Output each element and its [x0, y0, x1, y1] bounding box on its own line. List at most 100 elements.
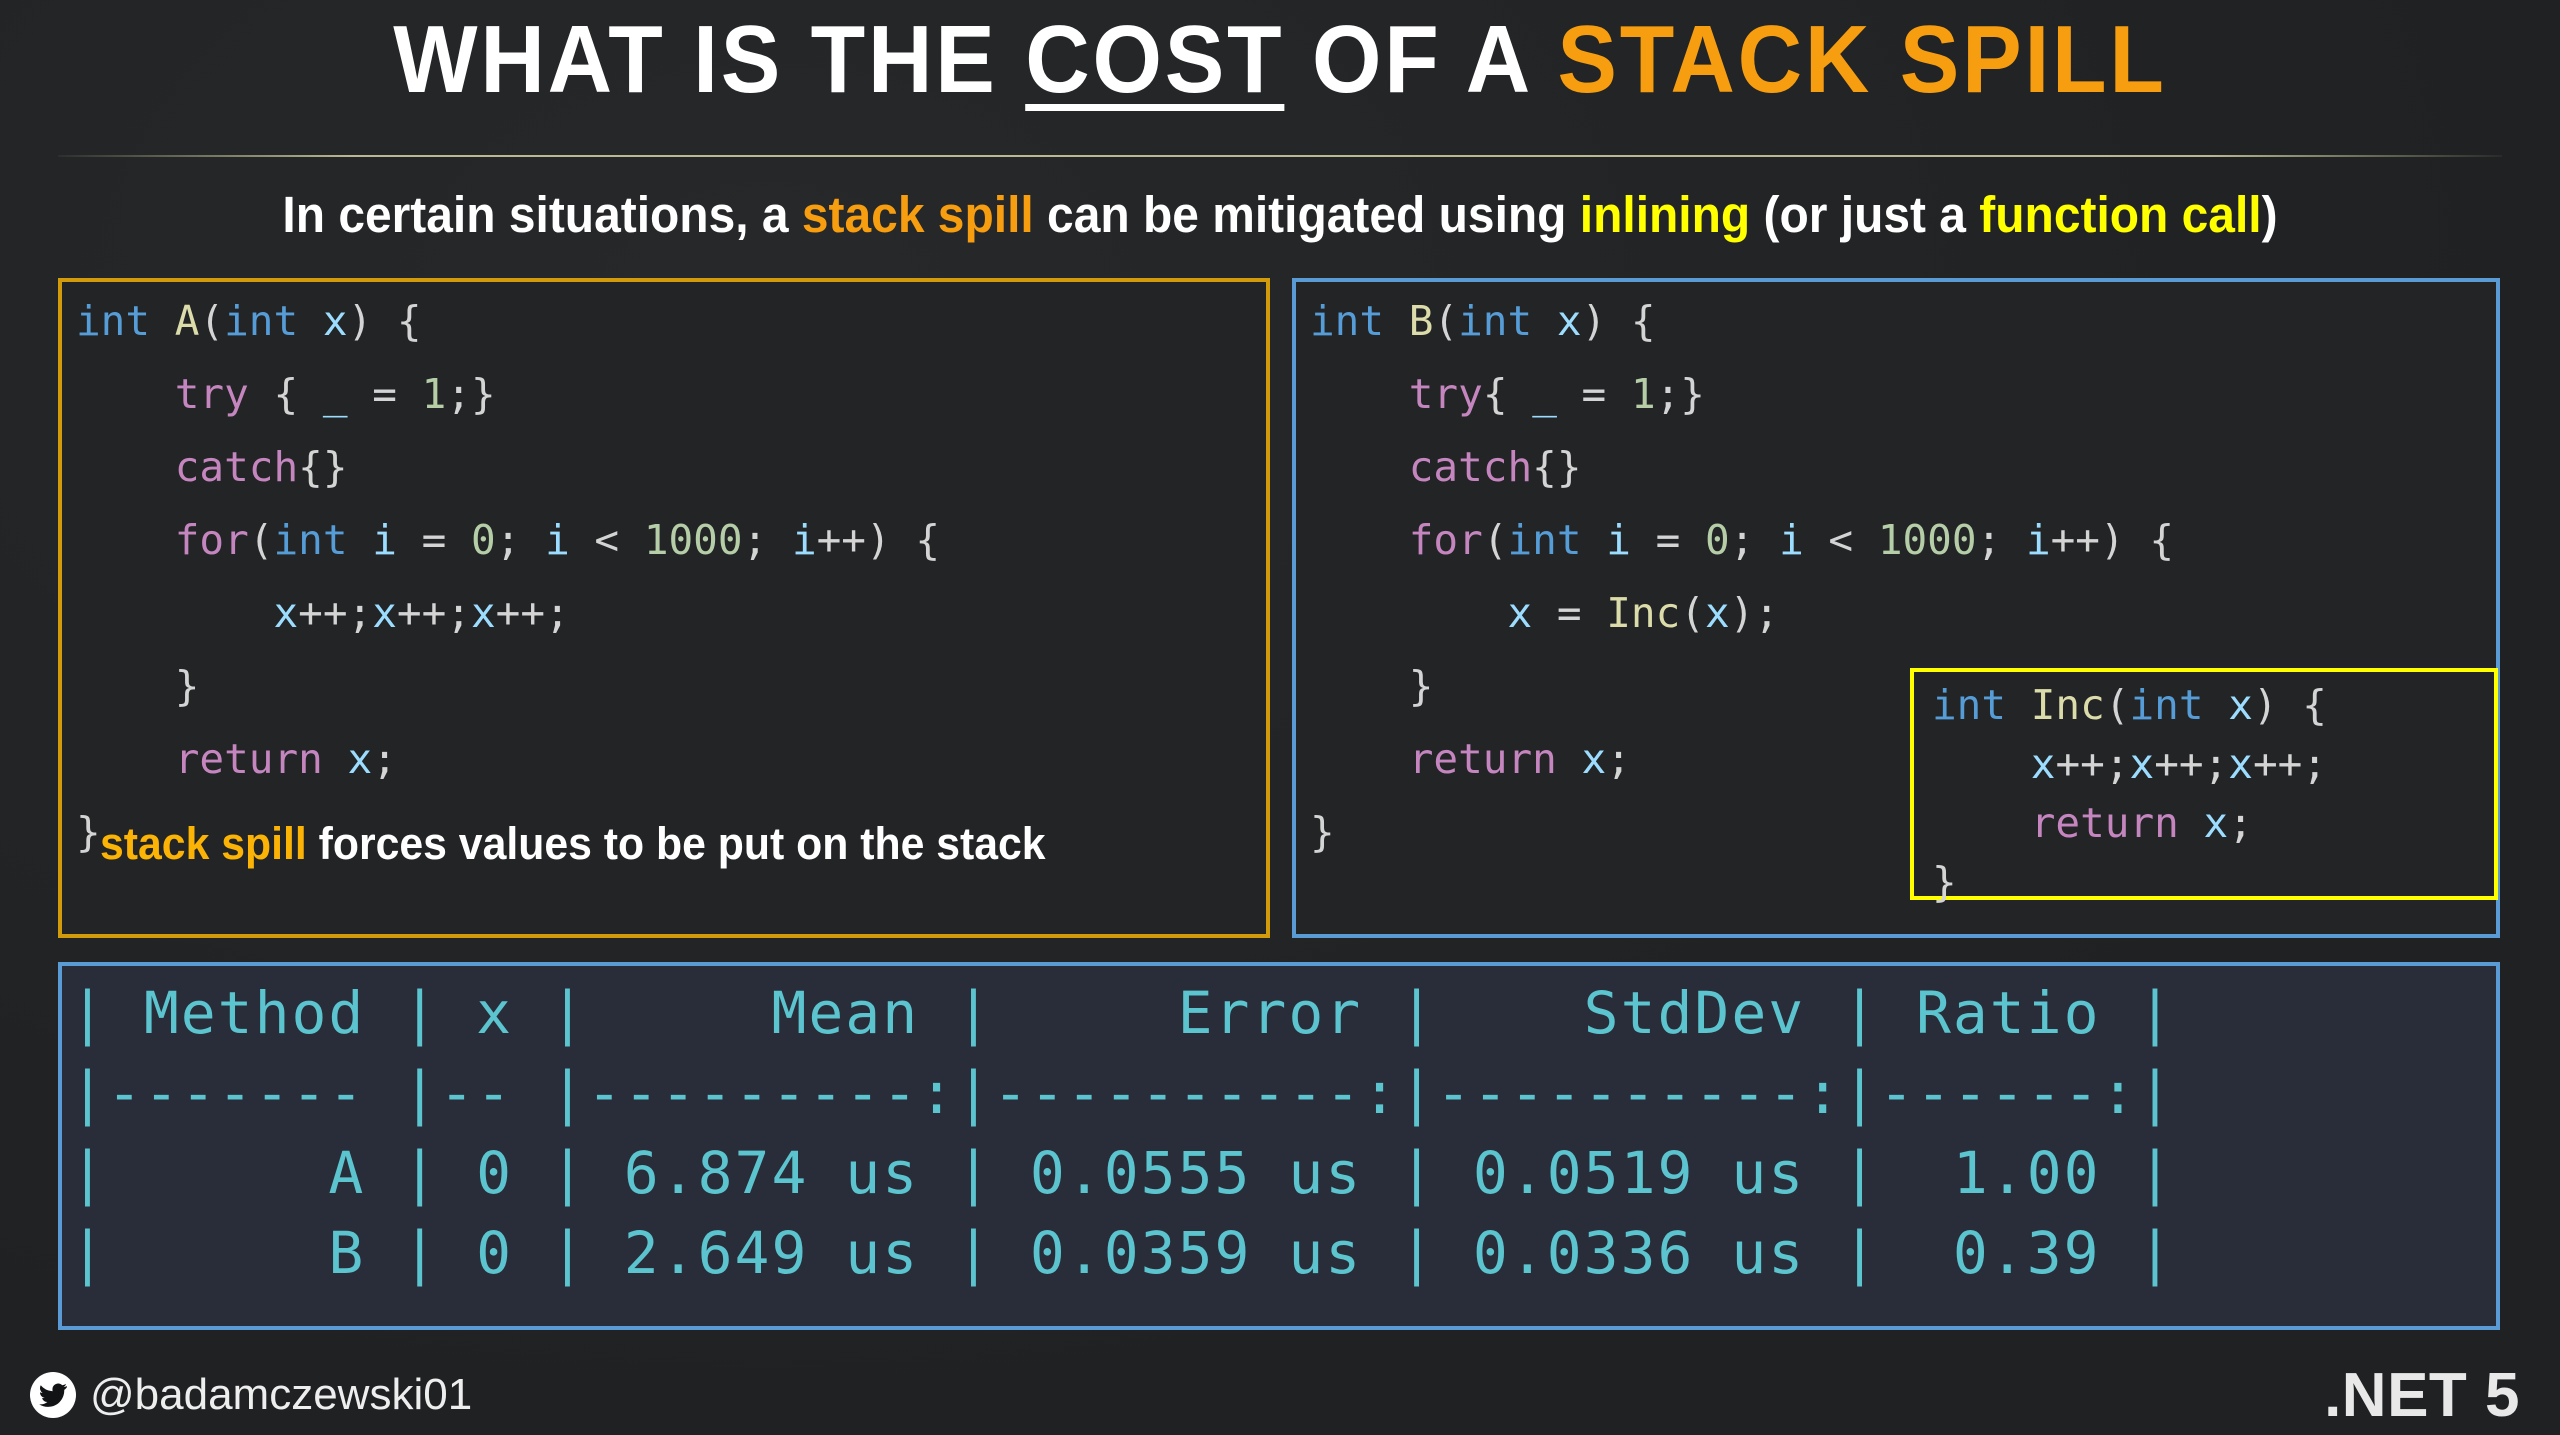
title-accent-stack-spill: STACK SPILL [1557, 6, 2167, 113]
subtitle-stack-spill: stack spill [801, 186, 1034, 243]
code-token: x [372, 589, 397, 637]
caption-rest: forces values to be put on the stack [306, 818, 1046, 869]
stack-spill-caption: stack spill forces values to be put on t… [100, 818, 1046, 870]
code-token: return [1408, 735, 1557, 783]
title-underlined-cost: COST [1025, 6, 1285, 113]
code-token: x [1581, 735, 1607, 783]
code-line: x = Inc(x); [1310, 589, 2496, 665]
table-row: | B | 0 | 2.649 us | 0.0359 us | 0.0336 … [70, 1219, 2175, 1287]
code-token: } [1310, 662, 1434, 710]
code-token: x [347, 735, 373, 783]
subtitle-p3: (or just a [1750, 186, 1980, 243]
code-token: { [1482, 370, 1533, 418]
code-token: x [1507, 589, 1533, 637]
code-token: x [2030, 740, 2056, 788]
code-token: ( [1433, 297, 1459, 345]
code-token: = [1630, 516, 1705, 564]
code-token: { [248, 370, 323, 418]
code-token: 1 [1630, 370, 1656, 418]
code-token: ; [742, 516, 792, 564]
code-token: ) { [2252, 681, 2327, 729]
code-line: x++;x++;x++; [1932, 740, 2494, 802]
code-token: ) { [1581, 297, 1656, 345]
caption-stack-spill: stack spill [100, 818, 307, 869]
code-token: ++; [396, 589, 471, 637]
code-token: x [2203, 799, 2229, 847]
code-token: A [174, 297, 200, 345]
code-token: _ [322, 370, 348, 418]
subtitle-function-call: function call [1979, 186, 2262, 243]
code-token: ; [495, 516, 546, 564]
code-token: ;} [446, 370, 496, 418]
code-token: i [791, 516, 817, 564]
code-token: _ [1532, 370, 1557, 418]
code-token: } [76, 662, 200, 710]
code-token: ( [1680, 589, 1705, 637]
code-token: ; [1976, 516, 2026, 564]
code-token: int [1310, 297, 1385, 345]
code-line: catch{} [1310, 443, 2496, 519]
code-line: int B(int x) { [1310, 297, 2496, 373]
code-token: x [2129, 740, 2155, 788]
code-token: ++; [298, 589, 373, 637]
code-line: return x; [76, 735, 1266, 811]
code-token: ; [1606, 735, 1631, 783]
code-token: for [1408, 516, 1483, 564]
code-token: x [1556, 297, 1582, 345]
code-token: int [273, 516, 348, 564]
code-token: Inc [2030, 681, 2105, 729]
code-token: = [396, 516, 471, 564]
code-token: ) { [347, 297, 422, 345]
title-divider [58, 155, 2502, 157]
code-line: x++;x++;x++; [76, 589, 1266, 665]
code-token: try [1408, 370, 1483, 418]
code-token: catch [174, 443, 299, 491]
code-token: = [1532, 589, 1607, 637]
code-token: {} [1532, 443, 1582, 491]
code-token: i [1779, 516, 1804, 564]
code-token: int [1458, 297, 1533, 345]
code-token: 1 [421, 370, 447, 418]
code-token: ++; [495, 589, 570, 637]
subtitle-p1: In certain situations, a [282, 186, 802, 243]
code-token: } [1310, 808, 1335, 856]
code-token: {} [298, 443, 348, 491]
code-line: try{ _ = 1;} [1310, 370, 2496, 446]
code-token: x [2228, 681, 2253, 729]
code-line: for(int i = 0; i < 1000; i++) { [76, 516, 1266, 592]
subtitle-p2: can be mitigated using [1033, 186, 1580, 243]
code-token: x [322, 297, 348, 345]
code-token: ; [372, 735, 397, 783]
code-token: 0 [471, 516, 496, 564]
code-token: ++) { [2050, 516, 2175, 564]
code-token: ( [199, 297, 225, 345]
title-part1: WHAT IS THE [393, 6, 1026, 113]
code-token: Inc [1606, 589, 1681, 637]
code-token: 1000 [643, 516, 743, 564]
code-token: int [1507, 516, 1582, 564]
code-token: < [569, 516, 644, 564]
code-line: catch{} [76, 443, 1266, 519]
footer-twitter: @badamczewski01 [30, 1370, 472, 1420]
benchmark-results-table: | Method | x | Mean | Error | StdDev | R… [58, 962, 2500, 1330]
slide-root: WHAT IS THE COST OF A STACK SPILL In cer… [0, 0, 2560, 1435]
code-token: i [2025, 516, 2051, 564]
code-token: } [76, 808, 101, 856]
code-line: } [1932, 860, 2494, 920]
table-row: | A | 0 | 6.874 us | 0.0555 us | 0.0519 … [70, 1139, 2175, 1207]
code-line: return x; [1932, 799, 2494, 861]
page-title: WHAT IS THE COST OF A STACK SPILL [0, 8, 2560, 112]
